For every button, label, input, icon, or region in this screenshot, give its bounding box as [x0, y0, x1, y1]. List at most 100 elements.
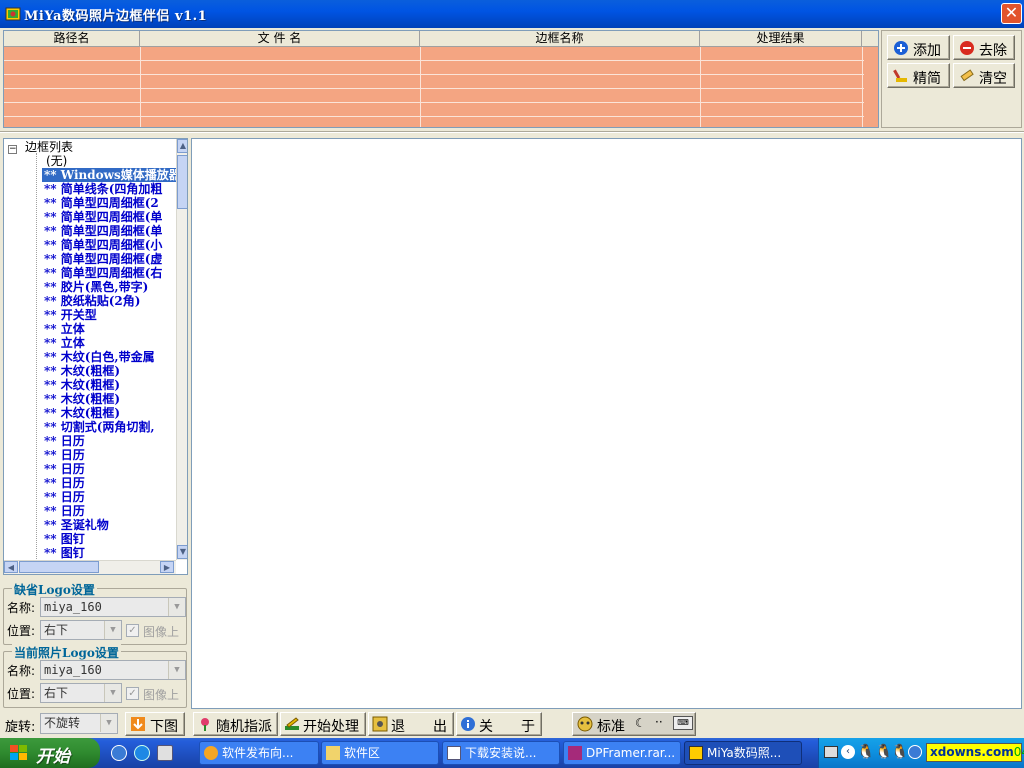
column-divider — [140, 47, 141, 127]
photo-preview[interactable] — [191, 138, 1022, 709]
tree-item[interactable]: ** 日历 — [42, 434, 176, 448]
column-header-frame-name[interactable]: 边框名称 — [420, 31, 700, 47]
close-button[interactable]: ✕ — [1001, 3, 1022, 24]
tree-item[interactable]: ** 日历 — [42, 448, 176, 462]
column-header-filename[interactable]: 文 件 名 — [140, 31, 420, 47]
keyboard-icon[interactable]: ⌨ — [673, 716, 693, 730]
task-software-zone[interactable]: 软件区 — [321, 741, 439, 765]
tray-qq-icon[interactable]: 🐧 — [875, 744, 892, 760]
exit-icon — [372, 716, 388, 732]
tree-item[interactable]: ** 简单型四周细框(小 — [42, 238, 176, 252]
column-header-result[interactable]: 处理结果 — [700, 31, 862, 47]
current-on-image-checkbox[interactable]: ✓ — [126, 687, 139, 700]
start-processing-button[interactable]: 开始处理 — [280, 712, 366, 736]
chevron-down-icon[interactable]: ▼ — [100, 714, 117, 732]
tree-item[interactable]: ** 立体 — [42, 322, 176, 336]
arrow-down-icon — [131, 717, 145, 731]
tree-item[interactable]: (无) — [46, 154, 67, 168]
tree-item[interactable]: ** 日历 — [42, 504, 176, 518]
tree-item[interactable]: ** 简单型四周细框(虚 — [42, 252, 176, 266]
tree-vertical-scrollbar[interactable]: ▲ ▼ — [176, 139, 187, 560]
punctuation-icon[interactable]: ·· — [655, 715, 663, 729]
task-miya-frame[interactable]: MiYa数码照... — [684, 741, 802, 765]
tray-keyboard-icon[interactable] — [824, 746, 838, 758]
moon-icon[interactable]: ☾ — [635, 716, 646, 730]
collapse-icon[interactable]: − — [8, 145, 17, 154]
tray-maxthon-icon[interactable] — [908, 745, 922, 759]
tree-item[interactable]: ** 胶纸粘贴(2角) — [42, 294, 176, 308]
scroll-down-arrow[interactable]: ▼ — [177, 545, 187, 559]
remove-button[interactable]: 去除 — [953, 35, 1015, 60]
tree-horizontal-scrollbar[interactable]: ◀ ▶ — [4, 560, 176, 574]
chevron-down-icon[interactable]: ▼ — [104, 621, 121, 639]
tree-item[interactable]: ** 日历 — [42, 462, 176, 476]
group-title: 缺省Logo设置 — [12, 581, 97, 598]
name-label: 名称: — [7, 664, 36, 678]
tree-item[interactable]: ** 立体 — [42, 336, 176, 350]
quicklaunch-ie-icon[interactable] — [134, 745, 150, 761]
task-software-publish[interactable]: 软件发布向... — [199, 741, 319, 765]
ime-toolbar[interactable]: 标准 ☾ ·· ⌨ — [572, 712, 696, 736]
tree-root[interactable]: − 边框列表 — [8, 140, 73, 154]
tree-item[interactable]: ** 图钉 — [42, 532, 176, 546]
table-row — [4, 60, 864, 61]
tree-item[interactable]: ** 切割式(两角切割, — [42, 420, 176, 434]
tree-item[interactable]: ** 图钉 — [42, 546, 176, 560]
about-button[interactable]: 关 于 — [456, 712, 542, 736]
simplify-button[interactable]: 精简 — [887, 63, 950, 88]
add-button[interactable]: 添加 — [887, 35, 950, 60]
tree-item[interactable]: ** 木纹(粗框) — [42, 392, 176, 406]
chevron-down-icon[interactable]: ▼ — [168, 598, 185, 616]
current-logo-position-select[interactable]: 右下 ▼ — [40, 683, 122, 703]
task-install-notes[interactable]: 下载安装说... — [442, 741, 560, 765]
exit-button[interactable]: 退 出 — [368, 712, 454, 736]
scroll-right-arrow[interactable]: ▶ — [160, 561, 174, 573]
quicklaunch-desktop-icon[interactable] — [157, 745, 173, 761]
rotate-select[interactable]: 不旋转 ▼ — [40, 713, 118, 734]
next-image-button[interactable]: 下图 — [125, 712, 185, 736]
tray-back-icon[interactable]: ‹ — [841, 745, 855, 759]
tree-item[interactable]: ** 简单型四周细框(单 — [42, 210, 176, 224]
chevron-down-icon[interactable]: ▼ — [168, 661, 185, 679]
tree-item[interactable]: ** 圣诞礼物 — [42, 518, 176, 532]
start-button[interactable]: 开始 — [0, 738, 100, 768]
tree-item[interactable]: ** 胶片(黑色,带字) — [42, 280, 176, 294]
tray-qq-icon[interactable]: 🐧 — [891, 744, 908, 760]
tree-item[interactable]: ** 简单线条(四角加粗 — [42, 182, 176, 196]
scroll-left-arrow[interactable]: ◀ — [4, 561, 18, 573]
frame-tree[interactable]: − 边框列表 (无) ** Windows媒体播放器 ** 简单线条(四角加粗 ** 简… — [3, 138, 188, 575]
default-logo-position-select[interactable]: 右下 ▼ — [40, 620, 122, 640]
random-assign-button[interactable]: 随机指派 — [193, 712, 278, 736]
window-title: MiYa数码照片边框伴侣 v1.1 — [24, 9, 208, 24]
scroll-up-arrow[interactable]: ▲ — [177, 139, 187, 153]
info-icon — [461, 717, 475, 731]
tree-item[interactable]: ** 日历 — [42, 476, 176, 490]
flower-icon — [201, 718, 209, 731]
tree-item[interactable]: ** 木纹(粗框) — [42, 406, 176, 420]
tree-item[interactable]: ** 开关型 — [42, 308, 176, 322]
table-row — [4, 102, 864, 103]
tree-item[interactable]: ** 木纹(白色,带金属 — [42, 350, 176, 364]
task-dpframer-rar[interactable]: DPFramer.rar... — [563, 741, 681, 765]
tree-item[interactable]: ** 简单型四周细框(单 — [42, 224, 176, 238]
tree-item[interactable]: ** Windows媒体播放器 — [42, 168, 176, 182]
quicklaunch-maxthon-icon[interactable] — [111, 745, 127, 761]
column-header-path[interactable]: 路径名 — [4, 31, 140, 47]
tree-item[interactable]: ** 简单型四周细框(2 — [42, 196, 176, 210]
tree-item[interactable]: ** 木纹(粗框) — [42, 364, 176, 378]
tree-item[interactable]: ** 日历 — [42, 490, 176, 504]
taskbar: 开始 软件发布向... 软件区 下载安装说... DPFramer.rar...… — [0, 738, 1024, 768]
hscroll-thumb[interactable] — [19, 561, 99, 573]
clear-button[interactable]: 清空 — [953, 63, 1015, 88]
tree-item[interactable]: ** 简单型四周细框(右 — [42, 266, 176, 280]
tray-qq-icon[interactable]: 🐧 — [857, 744, 874, 760]
column-divider — [420, 47, 421, 127]
ime-icon — [577, 716, 593, 732]
scroll-thumb[interactable] — [177, 155, 187, 209]
file-table[interactable]: 路径名 文 件 名 边框名称 处理结果 — [3, 30, 879, 128]
chevron-down-icon[interactable]: ▼ — [104, 684, 121, 702]
default-on-image-checkbox[interactable]: ✓ — [126, 624, 139, 637]
tree-item[interactable]: ** 木纹(粗框) — [42, 378, 176, 392]
current-logo-name-select[interactable]: miya_160 ▼ — [40, 660, 186, 680]
default-logo-name-select[interactable]: miya_160 ▼ — [40, 597, 186, 617]
